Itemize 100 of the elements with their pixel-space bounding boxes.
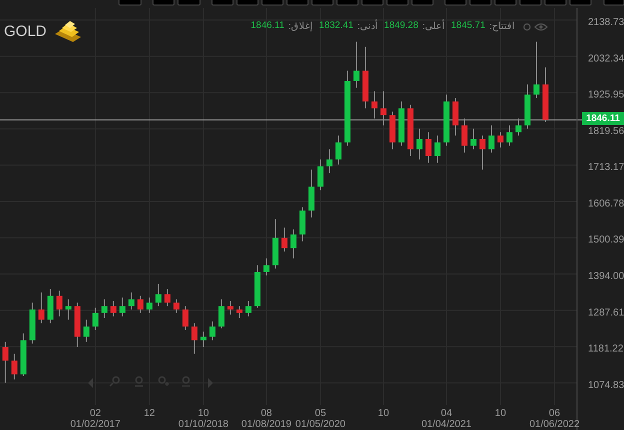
y-axis-label: 1287.61 [588,307,624,318]
toolbar-button[interactable] [544,0,566,6]
candlestick [326,148,332,174]
y-axis-label: 1181.22 [588,344,624,355]
y-axis-label: 1713.17 [588,162,624,174]
candlestick [335,135,342,166]
price-value: 1832.41 [319,20,354,32]
y-axis-label: 1500.39 [588,234,624,246]
toolbar-button[interactable] [570,0,592,6]
candlestick [488,124,494,154]
toolbar-button[interactable] [604,0,624,6]
candlestick [542,66,548,122]
candlestick [245,300,252,317]
toolbar-button[interactable] [212,0,234,6]
candlestick [425,132,432,164]
toolbar-button[interactable] [470,0,492,6]
y-axis-label: 2032.34 [588,53,624,64]
candlestick [83,319,90,342]
y-axis-label: 2138.73 [588,17,624,28]
candlestick [407,104,414,157]
zoom-icon[interactable] [135,376,143,387]
toolbar-button[interactable] [494,0,516,6]
candlestick [380,90,386,126]
x-axis-date: 01/04/2021 [421,419,472,430]
candlestick [263,258,270,276]
candlestick [11,353,18,380]
price-label: افتتاح: [489,20,515,32]
x-axis-label: 08 [260,408,272,419]
x-axis-label: 04 [440,408,452,419]
symbol-name: GOLD [4,22,47,40]
candlestick [173,298,180,314]
toolbar-button[interactable] [412,0,434,6]
candlestick [47,288,54,324]
candlestick [236,306,242,319]
price-value: 1849.28 [384,20,418,32]
candlestick [38,292,44,324]
toolbar-button[interactable] [178,0,200,6]
x-axis-label: 10 [494,408,506,419]
candlestick [389,111,396,150]
candlestick [497,132,504,148]
candlestick [506,124,512,146]
candlestick [146,297,152,314]
eye-icon[interactable] [534,23,548,31]
scroll-left-icon[interactable] [88,378,93,388]
candlestick [128,292,134,310]
toolbar-button[interactable] [520,0,542,6]
toolbar-button[interactable] [152,0,174,6]
candlestick [443,94,450,146]
candlestick [227,300,234,316]
candlestick [110,300,116,317]
bullion-bars-icon [52,20,83,42]
zoom-icon[interactable] [158,376,170,387]
candlestick [479,135,486,170]
reset-zoom-icon[interactable] [182,376,190,387]
settings-icon[interactable] [523,23,531,31]
toolbar-button[interactable] [118,0,142,6]
x-axis-label: 06 [548,408,560,419]
toolbar-button[interactable] [362,0,384,6]
candlestick [371,90,378,119]
price-label: أدنى: [357,20,378,32]
candlestick [155,283,162,307]
candlestick [101,298,108,319]
y-axis-label: 1394.00 [588,271,624,282]
toolbar-button[interactable] [386,0,408,6]
toolbar-button[interactable] [336,0,358,6]
candlestick [272,218,278,270]
candlestick [308,169,314,218]
x-axis-date: 01/10/2018 [178,419,228,430]
candlestick [434,135,440,164]
candlestick [164,288,170,307]
price-label: إغلاق: [288,20,314,32]
x-axis-date: 01/06/2022 [529,419,580,430]
candlestick [74,302,80,348]
x-axis-label: 10 [378,408,390,419]
toolbar-button[interactable] [312,0,334,6]
candlestick [452,98,458,136]
toolbar-button[interactable] [236,0,258,6]
x-axis-date: 01/02/2017 [70,419,120,430]
candlestick [182,306,188,330]
zoom-icon[interactable] [109,376,120,387]
price-value: 1845.71 [451,20,486,32]
current-price-tag: 1846.11 [582,112,624,125]
x-axis-date: 01/08/2019 [241,419,292,430]
candlestick [299,206,306,242]
scroll-right-icon[interactable] [208,378,213,388]
toolbar-button[interactable] [444,0,466,6]
candlestick [281,227,288,252]
candlestick [56,290,62,317]
candlestick [398,100,404,146]
candlestick [317,158,324,191]
toolbar-button[interactable] [286,0,308,6]
candlestick [353,41,360,88]
candlestick [200,331,206,348]
candlestick [218,298,224,329]
candlestick [209,320,216,341]
x-axis-label: 02 [90,408,101,419]
candlestick [534,41,540,99]
toolbar-button[interactable] [262,0,284,6]
y-axis-label: 1606.78 [588,198,624,210]
candlestick [2,341,8,384]
